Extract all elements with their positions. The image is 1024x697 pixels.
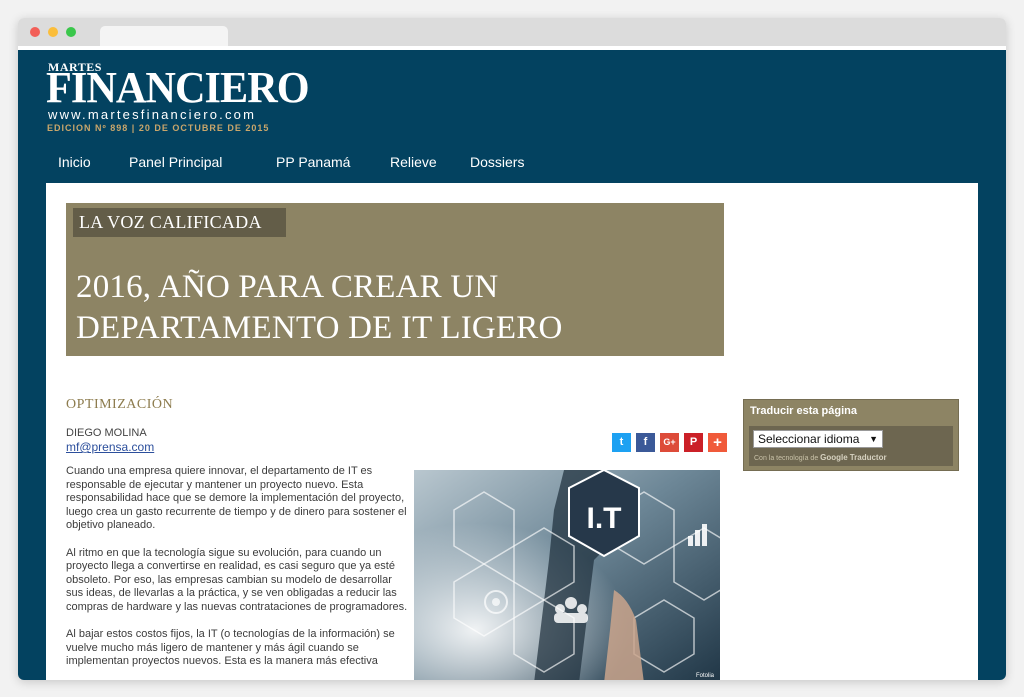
translate-widget-body: Seleccionar idioma ▼ Con la tecnología d… — [749, 426, 953, 466]
google-plus-share-icon[interactable]: G+ — [660, 433, 679, 452]
content-area: LA VOZ CALIFICADA 2016, AÑO PARA CREAR U… — [46, 183, 978, 680]
article-kicker: LA VOZ CALIFICADA — [79, 212, 262, 232]
maximize-window-icon[interactable] — [66, 27, 76, 37]
nav-item-relieve[interactable]: Relieve — [390, 154, 437, 170]
translate-widget-title: Traducir esta página — [750, 405, 857, 417]
nav-item-dossiers[interactable]: Dossiers — [470, 154, 524, 170]
google-logo-text: Google — [820, 453, 848, 462]
powered-by-google: Con la tecnología de Google Traductor — [754, 453, 887, 462]
minimize-window-icon[interactable] — [48, 27, 58, 37]
nav-item-panel-principal[interactable]: Panel Principal — [129, 154, 222, 170]
article-hero: LA VOZ CALIFICADA 2016, AÑO PARA CREAR U… — [66, 203, 724, 356]
close-window-icon[interactable] — [30, 27, 40, 37]
powered-prefix: Con la tecnología de — [754, 455, 819, 462]
translator-link[interactable]: Traductor — [850, 453, 887, 462]
dropdown-caret-icon: ▼ — [869, 434, 878, 444]
article-paragraph: Al bajar estos costos fijos, la IT (o te… — [66, 628, 395, 667]
section-label: OPTIMIZACIÓN — [66, 397, 174, 412]
masthead-url: www.martesfinanciero.com — [48, 107, 257, 122]
facebook-share-icon[interactable]: f — [636, 433, 655, 452]
more-share-icon[interactable]: + — [708, 433, 727, 452]
browser-tab[interactable] — [100, 26, 228, 46]
main-nav: Inicio Panel Principal PP Panamá Relieve… — [18, 154, 1006, 176]
pinterest-share-icon[interactable]: P — [684, 433, 703, 452]
masthead-edition: EDICION Nº 898 | 20 DE OCTUBRE DE 2015 — [47, 123, 270, 133]
author-name: DIEGO MOLINA — [66, 427, 147, 439]
language-select[interactable]: Seleccionar idioma ▼ — [753, 430, 883, 448]
browser-titlebar — [18, 18, 1006, 46]
site-page: MARTES FINANCIERO www.martesfinanciero.c… — [18, 50, 1006, 680]
article-image: I.T Fotolia — [414, 470, 720, 680]
article-paragraph: Cuando una empresa quiere innovar, el de… — [66, 465, 407, 531]
nav-item-inicio[interactable]: Inicio — [58, 154, 91, 170]
twitter-share-icon[interactable]: t — [612, 433, 631, 452]
browser-window: MARTES FINANCIERO www.martesfinanciero.c… — [18, 18, 1006, 680]
article-paragraph: Al ritmo en que la tecnología sigue su e… — [66, 546, 408, 613]
kicker-box: LA VOZ CALIFICADA — [73, 208, 286, 237]
author-email-link[interactable]: mf@prensa.com — [66, 440, 154, 454]
masthead-brand: FINANCIERO — [46, 63, 310, 112]
nav-item-pp-panama[interactable]: PP Panamá — [276, 154, 350, 170]
article-body: Cuando una empresa quiere innovar, el de… — [66, 465, 410, 680]
it-hexagon-illustration: I.T Fotolia — [414, 470, 720, 680]
image-badge-text: I.T — [587, 502, 622, 535]
translate-widget: Traducir esta página Seleccionar idioma … — [743, 399, 959, 471]
article-title: 2016, AÑO PARA CREAR UN DEPARTAMENTO DE … — [76, 269, 563, 346]
image-credit: Fotolia — [696, 673, 715, 679]
language-select-value: Seleccionar idioma — [758, 432, 860, 446]
